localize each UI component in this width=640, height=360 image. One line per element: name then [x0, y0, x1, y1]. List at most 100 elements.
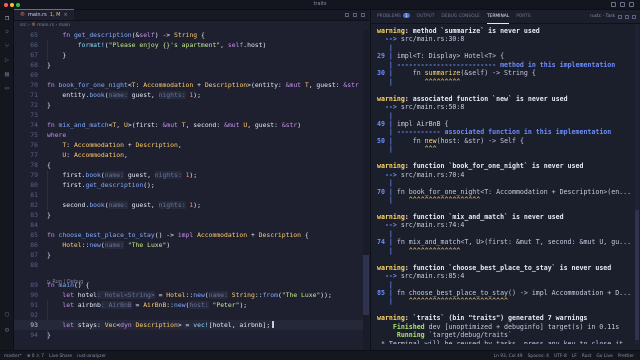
line-number: 92: [30, 311, 38, 319]
encoding-status[interactable]: UTF-8: [554, 354, 567, 359]
layout-icon[interactable]: [629, 2, 634, 7]
code-token: ) ->: [154, 31, 174, 39]
code-token: > =: [177, 321, 194, 329]
go-live-status[interactable]: Go Live: [596, 354, 612, 359]
code-text: }: [47, 250, 51, 260]
close-panel-icon[interactable]: [632, 14, 636, 19]
code-text: Hotel::new(name: "The Luxe"): [47, 240, 170, 250]
code-line[interactable]: 85 fn choose_best_place_to_stay() -> impl…: [14, 230, 369, 240]
status-bar: master* ⊗ 0 ⚠ 7 Live Share rust-analyzer…: [0, 350, 640, 360]
code-token: String: [174, 31, 198, 39]
tab-debug-console[interactable]: DEBUG CONSOLE: [441, 10, 479, 24]
code-line[interactable]: 92: [14, 310, 369, 320]
prettier-status[interactable]: Prettier: [618, 354, 634, 359]
code-line[interactable]: 71 entity.book(name: guest, nights: 1);: [14, 90, 369, 100]
code-token: vec!: [193, 321, 209, 329]
line-number: 86: [30, 241, 38, 249]
git-branch-status[interactable]: master*: [4, 354, 22, 359]
code-token: let: [62, 321, 78, 329]
code-line[interactable]: 73: [14, 110, 369, 120]
code-token: ::: [166, 301, 174, 309]
editor-scrollbar-thumb[interactable]: [363, 255, 369, 315]
inlay-hint: : AirBnB: [100, 301, 132, 309]
code-line[interactable]: 76 T: Accommodation + Description,: [14, 140, 369, 150]
account-icon[interactable]: ◯: [3, 310, 11, 318]
terminal-token: *: [377, 339, 389, 344]
code-line[interactable]: 69: [14, 70, 369, 80]
code-line[interactable]: 77 U: Accommodation,: [14, 150, 369, 160]
trash-icon[interactable]: [625, 14, 629, 19]
code-line[interactable]: 74 fn mix_and_match<T, U>(first: &mut T, …: [14, 120, 369, 130]
breadcrumb-src[interactable]: src: [20, 23, 27, 28]
close-tab-icon[interactable]: ×: [63, 12, 67, 18]
live-share-status[interactable]: Live Share: [49, 354, 72, 359]
code-line[interactable]: 78 {: [14, 160, 369, 170]
code-line[interactable]: 66 format!("Please enjoy {}'s apartment"…: [14, 40, 369, 50]
code-line[interactable]: 83}: [14, 210, 369, 220]
remote-explorer-icon[interactable]: ▭: [3, 84, 11, 92]
toggle-sidebar-icon[interactable]: [611, 2, 616, 7]
code-line[interactable]: 86 Hotel::new(name: "The Luxe"): [14, 240, 369, 250]
code-line[interactable]: 80 first.get_description();: [14, 180, 369, 190]
code-line[interactable]: 79 first.book(name: guest, nights: 1);: [14, 170, 369, 180]
terminal-task-label[interactable]: rustc - Task: [590, 14, 615, 19]
tab-problems[interactable]: PROBLEMS 1: [377, 10, 410, 24]
code-token: , guest:: [247, 121, 282, 129]
explorer-icon[interactable]: ❐: [3, 14, 11, 22]
terminal-output[interactable]: warning: method `summarize` is never use…: [377, 24, 635, 344]
code-line[interactable]: 94}: [14, 330, 369, 340]
extensions-icon[interactable]: ▦: [3, 70, 11, 78]
code-token: guest,: [123, 171, 155, 179]
toggle-panel-icon[interactable]: [620, 2, 625, 7]
line-number: 82: [30, 201, 38, 209]
code-line[interactable]: 81: [14, 190, 369, 200]
code-editor[interactable]: ▷ Run | Debug 65 fn get_description(&sel…: [14, 30, 369, 350]
code-line[interactable]: 89 fn main() {: [14, 280, 369, 290]
breadcrumb-file[interactable]: main.rs: [37, 23, 54, 28]
code-line[interactable]: 93 let stays: Vec<dyn Description> = vec…: [14, 320, 369, 330]
line-number: 87: [30, 251, 38, 259]
tab-ports[interactable]: PORTS: [516, 10, 530, 24]
settings-gear-icon[interactable]: ⚙: [3, 326, 11, 334]
code-line[interactable]: 70 fn book_for_one_night<T: Accommodation…: [14, 80, 369, 90]
indentation-status[interactable]: Spaces: 4: [528, 354, 549, 359]
code-token: fn: [47, 231, 59, 239]
source-control-icon[interactable]: ⑂: [3, 42, 11, 50]
rust-file-icon: ®: [31, 23, 36, 28]
code-token: {: [197, 31, 205, 39]
terminal-scrollbar-thumb[interactable]: [635, 210, 639, 340]
tab-main-rs[interactable]: ® main.rs 1, M ×: [14, 9, 74, 20]
language-mode-status[interactable]: Rust: [582, 354, 592, 359]
eol-status[interactable]: LF: [572, 354, 577, 359]
code-token: Vec: [104, 321, 117, 329]
code-line[interactable]: 91 let airbnb: AirBnB = AirBnB::new(host…: [14, 300, 369, 310]
run-debug-icon[interactable]: ▷: [3, 56, 11, 64]
code-line[interactable]: 75 where: [14, 130, 369, 140]
split-editor-icon[interactable]: [353, 13, 357, 17]
search-icon[interactable]: ⌕: [3, 28, 11, 36]
new-terminal-icon[interactable]: [618, 14, 622, 19]
code-token: >(first:: [127, 121, 163, 129]
code-line[interactable]: 65 fn get_description(&self) -> String {: [14, 30, 369, 40]
tab-output[interactable]: OUTPUT: [417, 10, 435, 24]
code-line[interactable]: 68}: [14, 60, 369, 70]
more-actions-icon[interactable]: [361, 13, 365, 17]
code-line[interactable]: 67 }: [14, 50, 369, 60]
tab-terminal[interactable]: TERMINAL: [486, 10, 510, 24]
breadcrumb-symbol[interactable]: main: [59, 23, 70, 28]
line-number: 75: [30, 131, 38, 139]
code-line[interactable]: 82 second.book(name: guest, nights: 1);: [14, 200, 369, 210]
cursor-position-status[interactable]: Ln 93, Col 49: [494, 354, 523, 359]
inlay-hint: name:: [104, 241, 124, 249]
code-line[interactable]: 87}: [14, 250, 369, 260]
code-line[interactable]: 88: [14, 260, 369, 270]
code-line[interactable]: 72}: [14, 100, 369, 110]
rust-analyzer-status[interactable]: rust-analyzer: [77, 354, 106, 359]
run-icon[interactable]: [345, 13, 349, 17]
code-line[interactable]: 84: [14, 220, 369, 230]
tab-modified-indicator: 1, M: [49, 12, 61, 18]
code-line[interactable]: 90 let hotel: Hotel<String> = Hotel::new…: [14, 290, 369, 300]
problems-status[interactable]: ⊗ 0 ⚠ 7: [27, 354, 44, 359]
bottom-panel: PROBLEMS 1 OUTPUT DEBUG CONSOLE TERMINAL …: [370, 10, 640, 350]
